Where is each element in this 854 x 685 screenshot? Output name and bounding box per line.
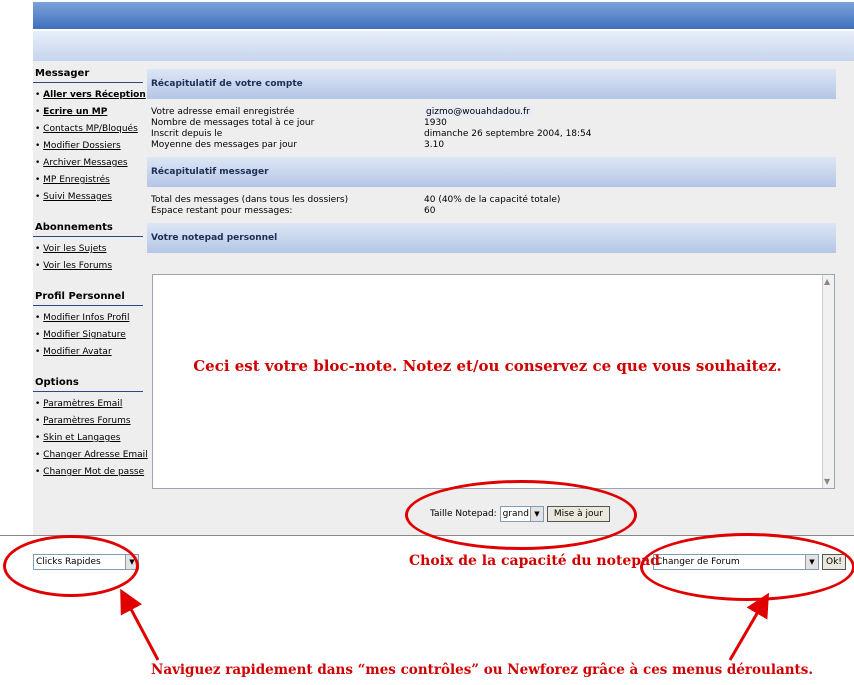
table-row: Espace restant pour messages: 60: [147, 206, 836, 217]
highlight-ellipse: [640, 533, 854, 601]
sidebar-group-options: Options • Paramètres Email • Paramètres …: [33, 373, 148, 481]
row-value: 1930: [424, 118, 447, 128]
sidebar-item-param-email[interactable]: • Paramètres Email: [33, 396, 143, 413]
sidebar-group-messager: Messager • Aller vers Réception • Ecrire…: [33, 64, 146, 206]
sidebar: Messager • Aller vers Réception • Ecrire…: [33, 64, 148, 493]
highlight-ellipse: [3, 535, 139, 597]
sidebar-heading: Profil Personnel: [33, 287, 143, 306]
sidebar-group-abonnements: Abonnements • Voir les Sujets • Voir les…: [33, 218, 143, 275]
message-table: Total des messages (dans tous les dossie…: [147, 195, 836, 217]
row-label: Inscrit depuis le: [151, 129, 223, 139]
scroll-up-icon[interactable]: ▲: [824, 277, 830, 286]
notepad-textarea[interactable]: Ceci est votre bloc-note. Notez et/ou co…: [152, 274, 835, 489]
row-label: Total des messages (dans tous les dossie…: [151, 195, 349, 205]
row-label: Nombre de messages total à ce jour: [151, 118, 315, 128]
sidebar-item-archiver[interactable]: • Archiver Messages: [33, 155, 143, 172]
notepad-scrollbar[interactable]: ▲ ▼: [822, 275, 834, 488]
section-title-messager: Récapitulatif messager: [147, 157, 836, 187]
sidebar-item-mp-enregistres[interactable]: • MP Enregistrés: [33, 172, 143, 189]
main-content: Récapitulatif de votre compte Votre adre…: [147, 69, 836, 253]
section-title-notepad: Votre notepad personnel: [147, 223, 836, 253]
row-label: Moyenne des messages par jour: [151, 140, 297, 150]
sidebar-item-dossiers[interactable]: • Modifier Dossiers: [33, 138, 143, 155]
sidebar-item-adresse-email[interactable]: • Changer Adresse Email: [33, 447, 148, 464]
section-title-account: Récapitulatif de votre compte: [147, 69, 836, 99]
sidebar-item-forums[interactable]: • Voir les Forums: [33, 258, 143, 275]
sidebar-heading: Abonnements: [33, 218, 143, 237]
table-row: Moyenne des messages par jour 3.10: [147, 140, 836, 151]
row-value: dimanche 26 septembre 2004, 18:54: [424, 129, 592, 139]
sidebar-item-param-forums[interactable]: • Paramètres Forums: [33, 413, 143, 430]
row-label: Votre adresse email enregistrée: [151, 107, 295, 117]
account-table: Votre adresse email enregistrée gizmo@wo…: [147, 107, 836, 151]
sidebar-item-skin[interactable]: • Skin et Langages: [33, 430, 143, 447]
notepad-text: Ceci est votre bloc-note. Notez et/ou co…: [193, 357, 782, 375]
sidebar-heading: Messager: [33, 64, 143, 83]
row-value: 3.10: [424, 140, 445, 150]
row-label: Espace restant pour messages:: [151, 206, 293, 216]
table-row: Inscrit depuis le dimanche 26 septembre …: [147, 129, 836, 140]
table-row: Total des messages (dans tous les dossie…: [147, 195, 836, 206]
table-row: Nombre de messages total à ce jour 1930: [147, 118, 836, 129]
sidebar-group-profil: Profil Personnel • Modifier Infos Profil…: [33, 287, 143, 361]
highlight-ellipse: [405, 480, 637, 550]
top-banner: [33, 2, 854, 29]
annotation-capacity: Choix de la capacité du notepad: [409, 553, 660, 569]
sidebar-item-reception[interactable]: • Aller vers Réception: [33, 87, 146, 104]
sidebar-item-suivi[interactable]: • Suivi Messages: [33, 189, 143, 206]
row-value: 60: [424, 206, 436, 216]
sidebar-item-infos-profil[interactable]: • Modifier Infos Profil: [33, 310, 143, 327]
email-value: gizmo@wouahdadou.fr: [424, 107, 532, 117]
sidebar-item-sujets[interactable]: • Voir les Sujets: [33, 241, 143, 258]
sidebar-item-contacts[interactable]: • Contacts MP/Bloqués: [33, 121, 143, 138]
sidebar-item-ecrire-mp[interactable]: • Ecrire un MP: [33, 104, 143, 121]
annotation-navigate: Naviguez rapidement dans “mes contrôles”…: [151, 662, 814, 678]
sidebar-heading: Options: [33, 373, 143, 392]
scroll-down-icon[interactable]: ▼: [824, 477, 830, 486]
row-value: 40 (40% de la capacité totale): [424, 195, 561, 205]
table-row: Votre adresse email enregistrée gizmo@wo…: [147, 107, 836, 118]
sidebar-item-mot-de-passe[interactable]: • Changer Mot de passe: [33, 464, 144, 481]
sidebar-item-signature[interactable]: • Modifier Signature: [33, 327, 143, 344]
sub-banner: [33, 31, 854, 61]
sidebar-item-avatar[interactable]: • Modifier Avatar: [33, 344, 143, 361]
